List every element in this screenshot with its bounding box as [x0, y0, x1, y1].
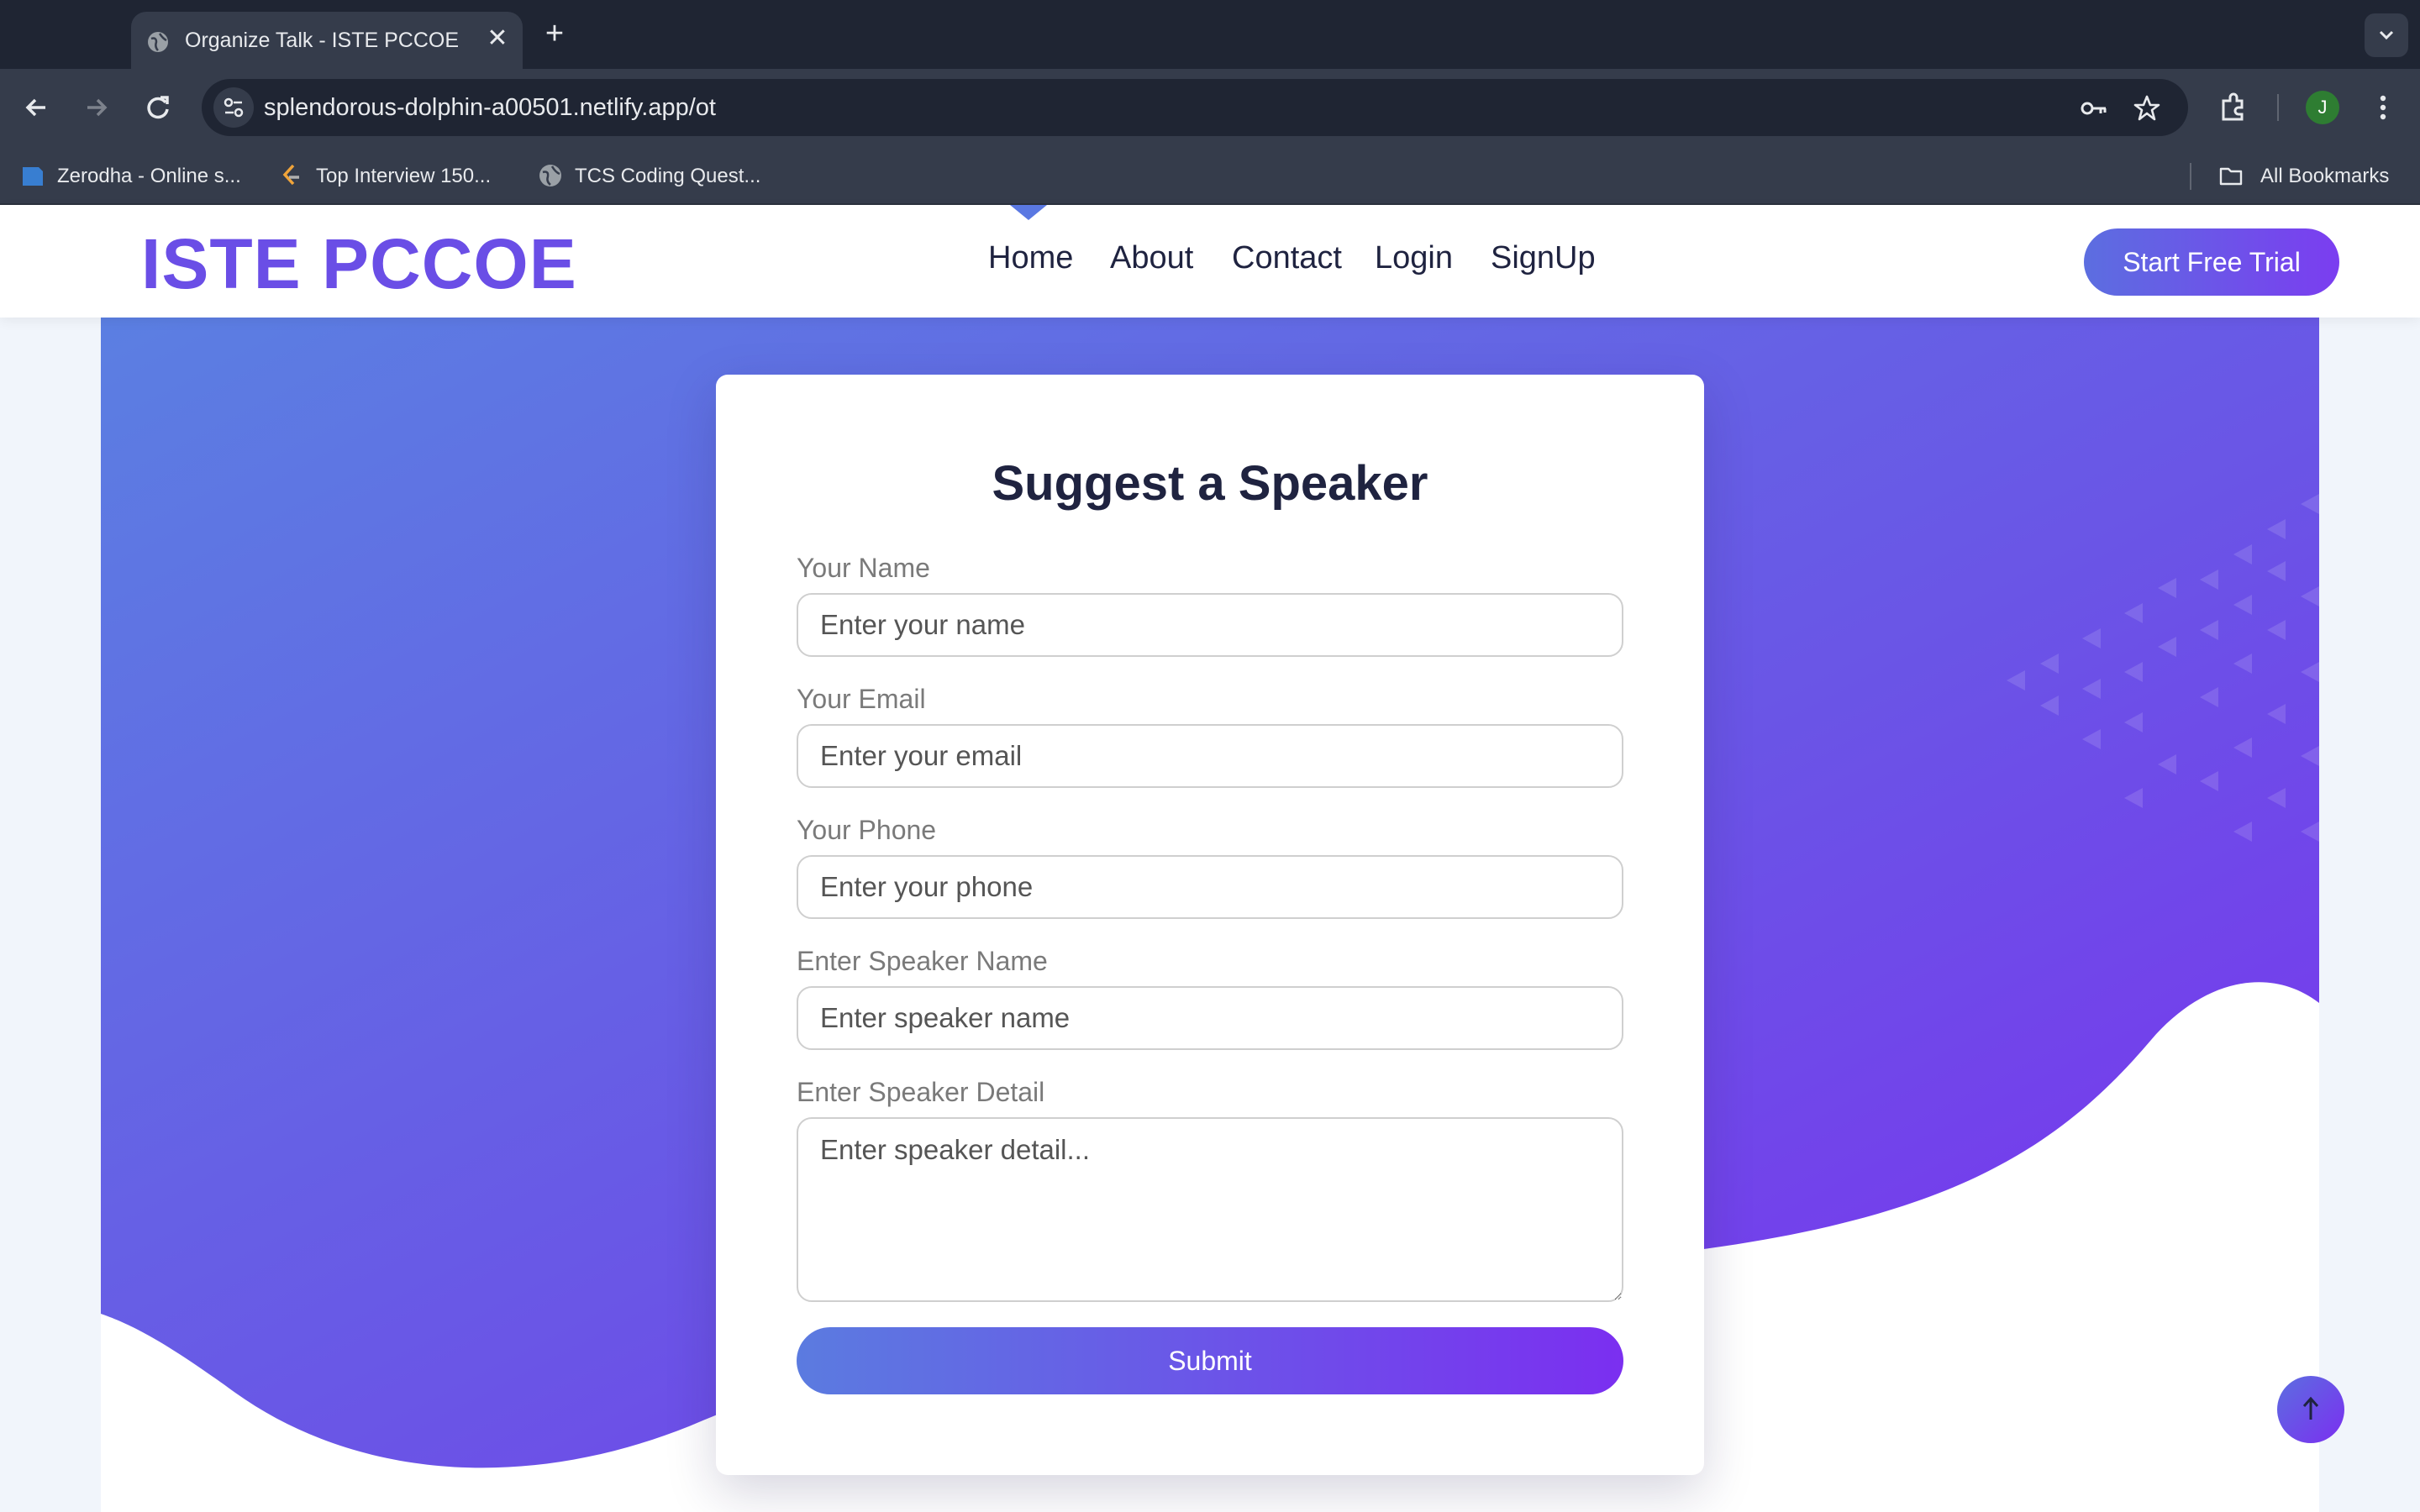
nav-login[interactable]: Login [1375, 240, 1453, 276]
extensions-icon[interactable] [2215, 89, 2252, 126]
email-input[interactable] [797, 724, 1623, 788]
name-label: Your Name [797, 553, 930, 583]
browser-tab-bar: Organize Talk - ISTE PCCOE ✕ + [0, 0, 2420, 69]
form-title: Suggest a Speaker [992, 456, 1428, 511]
speaker-name-label: Enter Speaker Name [797, 946, 1048, 976]
leetcode-icon [282, 164, 299, 186]
phone-label: Your Phone [797, 815, 937, 845]
suggest-speaker-card: Suggest a Speaker Your Name Your Email Y… [716, 375, 1704, 1475]
scroll-to-top-button[interactable] [2277, 1376, 2344, 1443]
toolbar-divider [2277, 94, 2279, 121]
chevron-down-icon [2379, 30, 2394, 40]
close-tab-icon[interactable]: ✕ [482, 24, 513, 54]
more-menu-icon[interactable] [2365, 89, 2402, 126]
address-bar[interactable]: splendorous-dolphin-a00501.netlify.app/o… [202, 79, 2188, 136]
email-label: Your Email [797, 684, 926, 714]
reload-icon[interactable] [138, 87, 178, 128]
tab-search-button[interactable] [2365, 13, 2408, 57]
key-icon[interactable] [2077, 92, 2109, 124]
submit-button[interactable]: Submit [797, 1327, 1623, 1394]
speaker-name-input[interactable] [797, 986, 1623, 1050]
bookmark-item[interactable]: Zerodha - Online s... [20, 161, 272, 190]
folder-icon [2219, 167, 2243, 186]
zerodha-icon [23, 167, 43, 186]
bookmarks-divider [2190, 163, 2191, 190]
nav-home[interactable]: Home [988, 240, 1073, 276]
url-text[interactable]: splendorous-dolphin-a00501.netlify.app/o… [264, 94, 716, 122]
nav-signup[interactable]: SignUp [1491, 240, 1596, 276]
star-icon[interactable] [2131, 92, 2163, 124]
nav-about[interactable]: About [1110, 240, 1193, 276]
site-logo[interactable]: ISTE PCCOE [141, 223, 577, 305]
new-tab-icon[interactable]: + [539, 15, 570, 52]
globe-icon [148, 32, 168, 52]
all-bookmarks-button[interactable]: All Bookmarks [2218, 161, 2412, 190]
nav-active-indicator [1010, 205, 1047, 220]
phone-input[interactable] [797, 855, 1623, 919]
nav-contact[interactable]: Contact [1232, 240, 1342, 276]
speaker-detail-textarea[interactable] [797, 1117, 1623, 1302]
tab-title: Organize Talk - ISTE PCCOE [185, 29, 460, 52]
bookmark-item[interactable]: TCS Coding Quest... [538, 161, 781, 190]
site-info-button[interactable] [213, 87, 254, 128]
back-icon[interactable] [17, 87, 57, 128]
bookmarks-bar: Zerodha - Online s... Top Interview 150.… [0, 146, 2420, 205]
name-input[interactable] [797, 593, 1623, 657]
start-free-trial-button[interactable]: Start Free Trial [2084, 228, 2339, 296]
bookmark-item[interactable]: Top Interview 150... [279, 161, 523, 190]
arrow-up-icon [2302, 1396, 2319, 1420]
forward-icon[interactable] [76, 87, 116, 128]
profile-avatar[interactable]: J [2306, 91, 2339, 124]
browser-tab[interactable]: Organize Talk - ISTE PCCOE ✕ [131, 12, 523, 69]
browser-toolbar: splendorous-dolphin-a00501.netlify.app/o… [0, 69, 2420, 146]
speaker-detail-label: Enter Speaker Detail [797, 1077, 1045, 1107]
site-header: ISTE PCCOE Home About Contact Login Sign… [0, 205, 2420, 318]
tune-icon [224, 97, 244, 118]
globe-icon [539, 165, 561, 186]
